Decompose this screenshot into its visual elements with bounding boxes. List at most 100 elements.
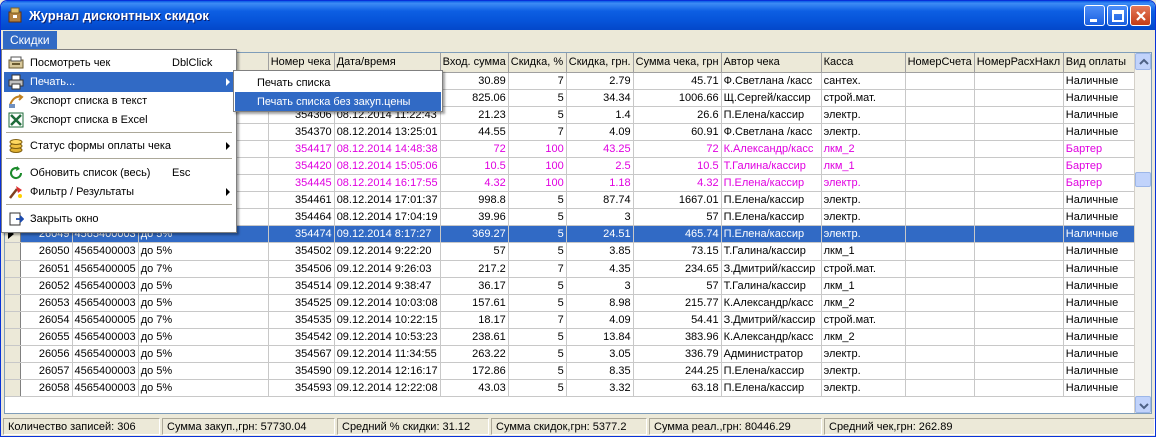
cell-payment-type[interactable]: Наличные [1063,311,1144,329]
cell-kassa[interactable]: лкм_2 [821,140,906,158]
cell-account-number[interactable] [905,260,975,278]
cell-input-sum[interactable]: 10.5 [440,157,509,176]
cell-kassa[interactable]: лкм_2 [821,328,906,347]
cell-receipt-number[interactable]: 354590 [268,362,335,381]
cell-datetime[interactable]: 08.12.2014 16:17:55 [334,174,441,193]
cell-author[interactable]: Ф.Светлана /касс [721,123,822,141]
cell-level[interactable]: до 5% [138,294,269,312]
header-discount-uah[interactable]: Скидка, грн. [566,53,634,73]
cell-receipt-sum[interactable]: 10.5 [633,157,722,176]
cell-receipt-sum[interactable]: 60.91 [633,123,722,141]
cell-payment-type[interactable]: Наличные [1063,328,1144,347]
cell-kassa[interactable]: электр. [821,379,906,398]
cell-kassa[interactable]: лкм_1 [821,277,906,295]
row-indicator[interactable] [5,328,21,347]
cell-id[interactable]: 26056 [20,345,73,364]
table-row[interactable]: 26056 4565400003 до 5% 354567 09.12.2014 11:… [5,345,1144,364]
cell-discount-uah[interactable]: 3 [566,208,634,227]
cell-input-sum[interactable]: 825.06 [440,89,509,107]
cell-account-number[interactable] [905,191,975,210]
table-row[interactable]: 26057 4565400003 до 5% 354590 09.12.2014 12:… [5,362,1144,381]
cell-receipt-sum[interactable]: 4.32 [633,174,722,193]
submenu-item-print-list-no-purchase-price[interactable]: Печать списка без закуп.цены [235,92,441,111]
cell-invoice-number[interactable] [974,191,1064,210]
header-author[interactable]: Автор чека [721,53,822,73]
cell-payment-type[interactable]: Бартер [1063,140,1144,158]
cell-receipt-sum[interactable]: 45.71 [633,72,722,90]
cell-discount-uah[interactable]: 43.25 [566,140,634,158]
cell-discount-pct[interactable]: 100 [508,140,567,158]
cell-author[interactable]: К.Александр/касс [721,328,822,347]
cell-discount-uah[interactable]: 8.35 [566,362,634,381]
cell-discount-pct[interactable]: 5 [508,225,567,244]
cell-datetime[interactable]: 09.12.2014 10:22:15 [334,311,441,329]
cell-invoice-number[interactable] [974,123,1064,141]
cell-kassa[interactable]: электр. [821,106,906,124]
cell-discount-pct[interactable]: 5 [508,89,567,107]
cell-discount-uah[interactable]: 2.5 [566,157,634,176]
cell-discount-uah[interactable]: 34.34 [566,89,634,107]
menu-item-export-excel[interactable]: Экспорт списка в Excel [4,110,234,130]
title-bar[interactable]: Журнал дисконтных скидок [1,1,1155,30]
row-indicator[interactable] [5,242,21,261]
header-discount-pct[interactable]: Скидка, % [508,53,567,73]
cell-invoice-number[interactable] [974,174,1064,193]
cell-datetime[interactable]: 09.12.2014 12:22:08 [334,379,441,398]
cell-discount-pct[interactable]: 100 [508,157,567,176]
cell-level[interactable]: до 5% [138,328,269,347]
cell-discount-pct[interactable]: 5 [508,328,567,347]
cell-account-number[interactable] [905,328,975,347]
menu-item-view-receipt[interactable]: Посмотреть чек DblClick [4,53,234,73]
cell-level[interactable]: до 5% [138,345,269,364]
cell-discount-pct[interactable]: 5 [508,106,567,124]
cell-level[interactable]: до 7% [138,260,269,278]
cell-id[interactable]: 26052 [20,277,73,295]
cell-id[interactable]: 26053 [20,294,73,312]
cell-datetime[interactable]: 09.12.2014 8:17:27 [334,225,441,244]
cell-invoice-number[interactable] [974,311,1064,329]
cell-kassa[interactable]: электр. [821,345,906,364]
scroll-down-button[interactable] [1135,396,1151,413]
table-row[interactable]: 26050 4565400003 до 5% 354502 09.12.2014 9:2… [5,242,1144,261]
cell-discount-pct[interactable]: 5 [508,362,567,381]
cell-account-number[interactable] [905,157,975,176]
cell-kassa[interactable]: лкм_1 [821,242,906,261]
cell-discount-uah[interactable]: 1.4 [566,106,634,124]
cell-input-sum[interactable]: 39.96 [440,208,509,227]
cell-author[interactable]: К.Александр/касс [721,294,822,312]
cell-account-number[interactable] [905,277,975,295]
cell-datetime[interactable]: 09.12.2014 9:22:20 [334,242,441,261]
cell-receipt-number[interactable]: 354445 [268,174,335,193]
cell-level[interactable]: до 5% [138,379,269,398]
cell-invoice-number[interactable] [974,294,1064,312]
cell-level[interactable]: до 5% [138,242,269,261]
cell-receipt-sum[interactable]: 57 [633,277,722,295]
cell-input-sum[interactable]: 238.61 [440,328,509,347]
cell-receipt-number[interactable]: 354417 [268,140,335,158]
vertical-scrollbar[interactable] [1134,53,1151,413]
cell-discount-uah[interactable]: 87.74 [566,191,634,210]
cell-author[interactable]: Администратор [721,345,822,364]
cell-receipt-number[interactable]: 354514 [268,277,335,295]
cell-input-sum[interactable]: 157.61 [440,294,509,312]
cell-receipt-sum[interactable]: 72 [633,140,722,158]
cell-receipt-sum[interactable]: 244.25 [633,362,722,381]
scroll-up-button[interactable] [1135,53,1151,70]
cell-discount-pct[interactable]: 100 [508,174,567,193]
cell-card[interactable]: 4565400003 [72,345,139,364]
cell-payment-type[interactable]: Наличные [1063,89,1144,107]
table-row[interactable]: 26053 4565400003 до 5% 354525 09.12.2014 10:… [5,294,1144,312]
cell-kassa[interactable]: электр. [821,191,906,210]
cell-payment-type[interactable]: Наличные [1063,362,1144,381]
cell-account-number[interactable] [905,140,975,158]
cell-id[interactable]: 26055 [20,328,73,347]
cell-card[interactable]: 4565400003 [72,362,139,381]
cell-payment-type[interactable]: Бартер [1063,157,1144,176]
cell-card[interactable]: 4565400003 [72,242,139,261]
cell-input-sum[interactable]: 43.03 [440,379,509,398]
cell-discount-pct[interactable]: 5 [508,208,567,227]
cell-author[interactable]: Т.Галина/кассир [721,242,822,261]
cell-input-sum[interactable]: 57 [440,242,509,261]
cell-receipt-sum[interactable]: 63.18 [633,379,722,398]
cell-discount-uah[interactable]: 3.05 [566,345,634,364]
